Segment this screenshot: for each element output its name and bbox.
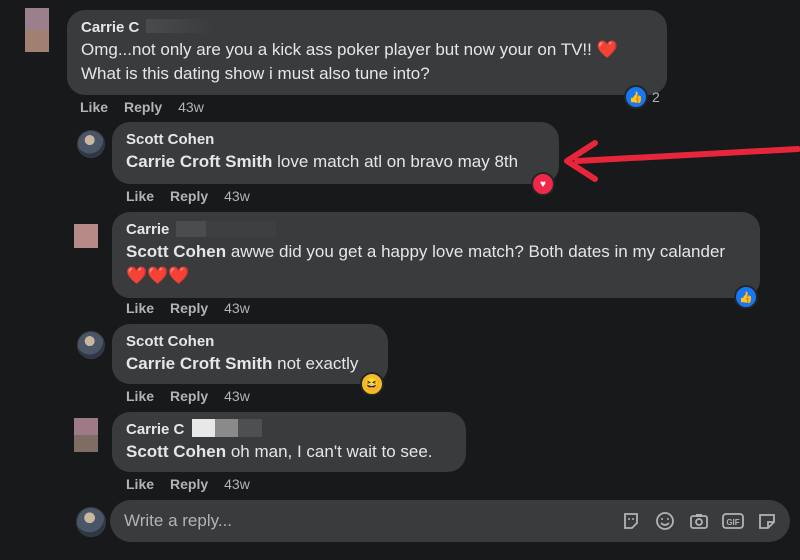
comment-bubble: Carrie C Scott Cohen oh man, I can't wai… — [112, 412, 466, 472]
current-user-avatar[interactable] — [76, 507, 106, 537]
previous-actions-partial — [82, 0, 182, 2]
mention-tag[interactable]: Scott Cohen — [126, 242, 226, 261]
like-button[interactable]: Like — [126, 300, 154, 316]
mention-tag[interactable]: Scott Cohen — [126, 442, 226, 461]
avatar[interactable] — [25, 8, 49, 52]
reply-composer: GIF — [110, 500, 790, 542]
timestamp[interactable]: 43w — [224, 476, 250, 492]
timestamp[interactable]: 43w — [178, 99, 204, 115]
comment-text: Scott Cohen oh man, I can't wait to see. — [126, 442, 433, 461]
timestamp[interactable]: 43w — [224, 188, 250, 204]
comment-text: Scott Cohen awwe did you get a happy lov… — [126, 242, 726, 285]
commenter-name[interactable]: Scott Cohen — [126, 130, 545, 150]
reply-button[interactable]: Reply — [170, 300, 208, 316]
like-reaction-icon[interactable]: 👍 — [734, 285, 758, 309]
annotation-arrow — [564, 140, 800, 182]
avatar-sticker-icon[interactable] — [756, 510, 778, 532]
commenter-name[interactable]: Scott Cohen — [126, 332, 374, 352]
comment-bubble: Scott Cohen Carrie Croft Smith not exact… — [112, 324, 388, 384]
emoji-icon[interactable] — [654, 510, 676, 532]
comment-actions: Like Reply 43w — [126, 188, 250, 204]
mention-tag[interactable]: Carrie Croft Smith — [126, 354, 272, 373]
reply-button[interactable]: Reply — [170, 476, 208, 492]
gif-icon[interactable]: GIF — [722, 510, 744, 532]
redacted-name — [192, 419, 262, 437]
timestamp[interactable]: 43w — [224, 388, 250, 404]
love-reaction-icon[interactable]: ♥ — [531, 172, 555, 196]
comment-text: Omg...not only are you a kick ass poker … — [81, 40, 618, 83]
like-button[interactable]: Like — [126, 476, 154, 492]
camera-icon[interactable] — [688, 510, 710, 532]
reaction-count[interactable]: 2 — [652, 89, 660, 105]
reply-button[interactable]: Reply — [124, 99, 162, 115]
like-button[interactable]: Like — [126, 388, 154, 404]
mention-tag[interactable]: Carrie Croft Smith — [126, 152, 272, 171]
reply-button[interactable]: Reply — [170, 388, 208, 404]
svg-text:GIF: GIF — [726, 518, 739, 527]
commenter-name[interactable]: Carrie C — [126, 420, 452, 440]
comment-actions: Like Reply 43w — [126, 476, 250, 492]
avatar[interactable] — [77, 331, 105, 359]
haha-reaction-icon[interactable]: 😆 — [360, 372, 384, 396]
comment-bubble: Scott Cohen Carrie Croft Smith love matc… — [112, 122, 559, 184]
avatar[interactable] — [74, 418, 98, 452]
comment-actions: Like Reply 43w — [126, 300, 250, 316]
like-reaction-icon[interactable]: 👍 — [624, 85, 648, 109]
comment-text: Carrie Croft Smith love match atl on bra… — [126, 152, 519, 171]
comment-actions: Like Reply 43w — [80, 99, 204, 115]
like-button[interactable]: Like — [126, 188, 154, 204]
comment-actions: Like Reply 43w — [126, 388, 250, 404]
sticker-icon[interactable] — [620, 510, 642, 532]
redacted-name — [146, 19, 216, 33]
avatar[interactable] — [74, 224, 98, 248]
comment-text: Carrie Croft Smith not exactly — [126, 354, 359, 373]
reply-input[interactable] — [124, 511, 620, 531]
redacted-name — [176, 221, 276, 237]
reply-button[interactable]: Reply — [170, 188, 208, 204]
avatar[interactable] — [77, 130, 105, 158]
like-button[interactable]: Like — [80, 99, 108, 115]
timestamp[interactable]: 43w — [224, 300, 250, 316]
